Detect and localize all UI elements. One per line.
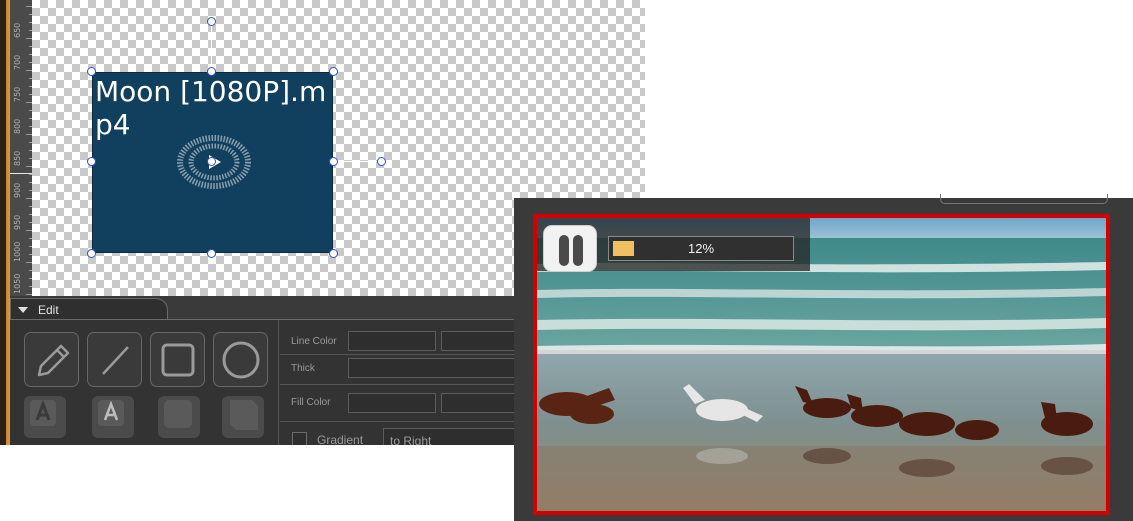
playback-controls: 12% [537,218,810,272]
video-player-window: 12% [514,194,1133,521]
rectangle-tool-button[interactable] [150,332,205,387]
properties-divider [278,320,279,445]
thick-label: Thick [291,363,315,374]
edit-tab-label: Edit [38,303,59,317]
vertical-ruler: 650 700 750 800 850 900 950 1000 1050 [10,0,32,296]
resize-handle-bottom-right[interactable] [329,249,338,258]
rotation-handle-line [211,22,212,72]
gradient-label: Gradient [317,433,364,445]
shape-fill-button[interactable] [222,396,264,438]
shape-fill-icon [230,400,258,430]
resize-handle-left[interactable] [87,157,96,166]
line-color-label: Line Color [291,336,337,347]
gradient-direction-select[interactable]: to Right [383,428,523,445]
circle-icon [222,341,260,379]
fill-color-label: Fill Color [291,397,331,408]
gradient-checkbox[interactable] [292,432,307,445]
ruler-label: 1050 [13,273,22,294]
resize-handle-right[interactable] [329,157,338,166]
media-item-title: Moon [1080P].mp4 [95,75,327,141]
line-tool-button[interactable] [87,332,142,387]
pause-button[interactable] [543,225,597,272]
ruler-position-marker [10,173,32,174]
resize-handle-top-right[interactable] [329,67,338,76]
pause-icon [559,235,569,266]
ellipse-tool-button[interactable] [213,332,268,387]
edit-panel-tab[interactable]: Edit [10,298,168,320]
fill-color-field[interactable] [348,393,436,413]
text-outline-button[interactable] [92,396,134,438]
scale-handle[interactable] [377,157,386,166]
text-a-outline-icon [98,400,124,426]
progress-bar[interactable]: 12% [608,236,794,261]
line-icon [102,346,129,375]
shape-style-button[interactable] [158,396,200,438]
player-header-button[interactable] [940,194,1108,204]
pause-icon-bar [573,235,583,266]
timeline-strip [0,0,10,445]
shape-icon [164,400,192,428]
line-color-field[interactable] [348,331,436,351]
scale-handle-line [333,161,383,162]
resize-handle-bottom-left[interactable] [87,249,96,258]
text-a-icon [30,399,56,426]
resize-handle-bottom[interactable] [207,249,216,258]
video-frame: 12% [533,214,1110,515]
progress-text: 12% [687,241,715,256]
pencil-tool-button[interactable] [24,332,79,387]
resize-handle-top-left[interactable] [87,67,96,76]
resize-handle-top[interactable] [207,67,216,76]
square-icon [161,343,195,377]
collapse-arrow-icon [18,307,28,313]
text-style-button[interactable] [24,396,66,438]
pencil-icon [37,344,70,377]
rotation-handle[interactable] [207,17,216,26]
center-handle[interactable] [207,157,216,166]
